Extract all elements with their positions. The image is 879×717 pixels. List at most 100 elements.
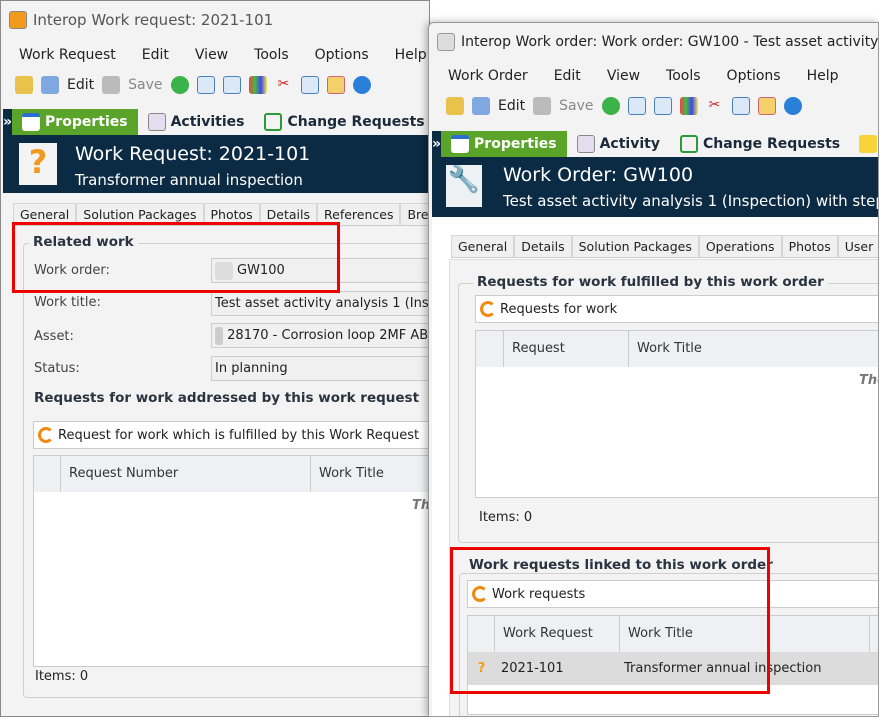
nav-change-requests[interactable]: Change Requests [669,131,878,157]
requests-grid: Request NumberWork Title The [33,455,429,667]
work-order-field[interactable]: GW100 [211,258,429,283]
refresh-icon[interactable] [601,97,620,115]
nav-activities[interactable]: Activities [137,109,255,135]
column-work-title[interactable]: Work Title [629,331,878,367]
tab-operations[interactable]: Operations [698,235,782,257]
work-order-value[interactable]: GW100 [237,263,285,278]
column-work-request[interactable]: Work Request [495,616,620,652]
grid-icon [264,113,283,131]
column-request[interactable]: Request [504,331,629,367]
toolbar: Edit Save ✂ [15,76,371,94]
record-header: ? Work Request: 2021-101 Transformer ann… [3,135,429,193]
copy-icon[interactable] [653,97,672,115]
refresh-icon[interactable] [170,76,189,94]
nav-activity[interactable]: Activity [566,131,670,157]
menu-options[interactable]: Options [315,47,369,63]
menu-help[interactable]: Help [807,68,839,84]
save-icon[interactable] [533,97,552,115]
work-title-field: Test asset activity analysis 1 (Inspe [211,291,429,316]
nav-properties[interactable]: Properties [12,109,138,135]
new-icon[interactable] [196,76,215,94]
table-row[interactable]: ? 2021-101 Transformer annual inspection [468,652,878,685]
new-icon[interactable] [627,97,646,115]
requests-for-work-bar[interactable]: Requests for work [475,295,878,323]
cut-icon[interactable]: ✂ [706,97,724,115]
info-icon[interactable] [783,97,802,115]
title-bar: Interop Work request: 2021-101 [9,11,273,29]
duplicate-icon[interactable] [731,97,750,115]
cell-work-title[interactable]: Transformer annual inspection [620,661,870,676]
work-order-window: Interop Work order: Work order: GW100 - … [428,22,879,717]
menu-view[interactable]: View [195,47,228,63]
menu-view[interactable]: View [607,68,640,84]
duplicate-icon[interactable] [300,76,319,94]
save-icon[interactable] [102,76,121,94]
column-work-title[interactable]: Work Title [620,616,870,652]
record-header: 🔧 Work Order: GW100 Test asset activity … [432,157,879,217]
open-folder-icon[interactable] [15,76,33,94]
tab-breakdown[interactable]: Break [400,203,429,225]
cell-work-request[interactable]: 2021-101 [495,661,620,676]
windows-icon[interactable] [679,97,698,115]
status-label: Status: [34,361,80,376]
note-icon[interactable] [859,135,878,153]
menu-edit[interactable]: Edit [142,47,169,63]
save-button[interactable]: Save [559,98,593,114]
tab-general[interactable]: General [13,203,77,225]
edit-button[interactable]: Edit [498,98,525,114]
work-request-window: Interop Work request: 2021-101 Work Requ… [0,0,430,717]
paste-icon[interactable] [757,97,776,115]
tab-solution-packages[interactable]: Solution Packages [76,203,204,225]
copy-icon[interactable] [222,76,241,94]
tab-solution-packages[interactable]: Solution Packages [571,235,699,257]
menu-work-order[interactable]: Work Order [448,68,528,84]
tab-general[interactable]: General [451,235,515,257]
menu-options[interactable]: Options [727,68,781,84]
nav-label: Activities [170,114,245,130]
edit-icon[interactable] [41,76,59,94]
nav-label: Activity [599,136,660,152]
empty-grid-message: The [859,373,878,388]
linked-grid: Work Request Work Title ? 2021-101 Transf… [467,615,878,715]
header-subtitle: Test asset activity analysis 1 (Inspecti… [503,192,879,210]
tab-details[interactable]: Details [259,203,318,225]
toolbar: Edit Save ✂ [446,97,802,115]
bar-label: Work requests [492,586,586,602]
refresh-circle-icon [38,427,54,443]
tab-photos[interactable]: Photos [203,203,260,225]
info-icon[interactable] [352,76,371,94]
column-work-title[interactable]: Work Title [311,456,429,492]
tab-details[interactable]: Details [514,235,572,257]
requests-bar[interactable]: Request for work which is fulfilled by t… [33,421,429,449]
wrench-icon [215,261,233,280]
column-request-number[interactable]: Request Number [61,456,311,492]
tab-photos[interactable]: Photos [781,235,838,257]
menu-edit[interactable]: Edit [554,68,581,84]
edit-button[interactable]: Edit [67,77,94,93]
work-requests-bar[interactable]: Work requests [467,580,878,608]
menu-bar: Work Request Edit View Tools Options Help [19,47,429,63]
cut-icon[interactable]: ✂ [275,76,293,94]
menu-work-request[interactable]: Work Request [19,47,116,63]
menu-tools[interactable]: Tools [254,47,289,63]
collapse-chevron-icon[interactable]: » [3,114,12,130]
menu-help[interactable]: Help [395,47,427,63]
tab-references[interactable]: References [317,203,401,225]
work-request-icon [9,11,27,29]
collapse-chevron-icon[interactable]: » [432,136,441,152]
work-request-row-icon: ? [477,661,486,676]
tab-user-fields[interactable]: User Fie [837,235,878,257]
asset-field[interactable]: 28170 - Corrosion loop 2MF ABC [211,323,429,348]
paste-icon[interactable] [326,76,345,94]
open-folder-icon[interactable] [446,97,464,115]
asset-value[interactable]: 28170 - Corrosion loop 2MF ABC [227,328,429,343]
edit-icon[interactable] [472,97,490,115]
refresh-circle-icon [472,586,488,602]
windows-icon[interactable] [248,76,267,94]
requests-bar-label: Request for work which is fulfilled by t… [58,427,420,443]
menu-tools[interactable]: Tools [666,68,701,84]
nav-change-requests[interactable]: Change Requests [254,109,429,135]
header-title: Work Order: GW100 [503,164,694,186]
nav-properties[interactable]: Properties [441,131,567,157]
save-button[interactable]: Save [128,77,162,93]
